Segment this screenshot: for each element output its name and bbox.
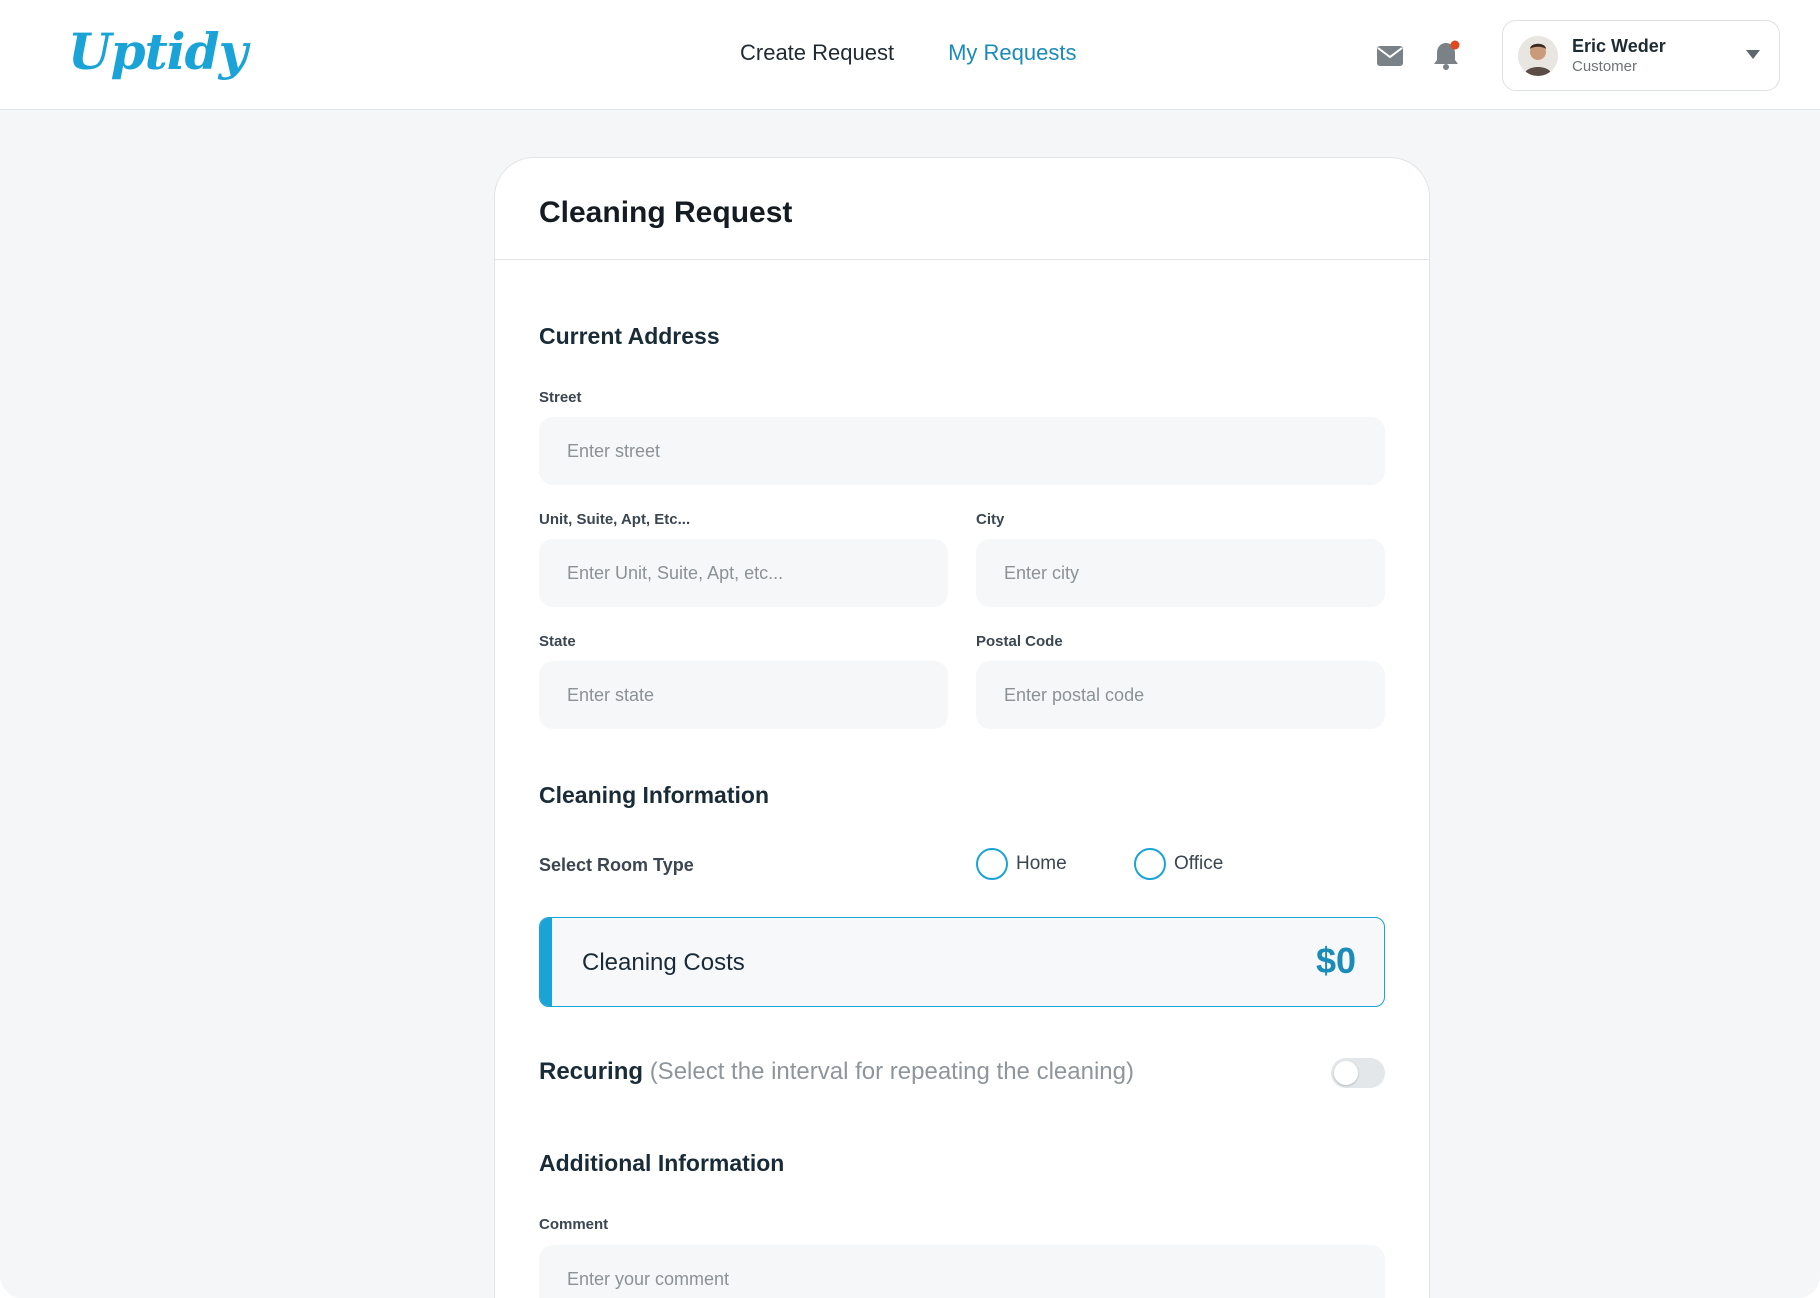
radio-circle[interactable] [1134,848,1166,880]
radio-home[interactable]: Home [976,848,1067,880]
cleaning-costs-panel: Cleaning Costs $0 [539,917,1385,1007]
costs-value: $0 [1315,940,1356,981]
radio-circle[interactable] [976,848,1008,880]
app-page: Uptidy Create Request My Requests Eric W… [0,0,1820,1298]
toggle-knob [1334,1061,1358,1085]
costs-accent-bar [540,918,552,1006]
state-input[interactable] [539,661,948,729]
recurring-title: Recuring [539,1058,644,1085]
comment-input[interactable] [539,1245,1385,1298]
card-header: Cleaning Request [495,158,1429,260]
recurring-toggle[interactable] [1331,1058,1385,1088]
postal-code-input[interactable] [976,661,1385,729]
radio-office[interactable]: Office [1134,848,1223,880]
top-header: Uptidy Create Request My Requests Eric W… [0,0,1820,110]
user-menu[interactable]: Eric Weder Customer [1502,20,1780,91]
user-name: Eric Weder [1572,36,1666,56]
bell-icon[interactable] [1430,40,1462,72]
section-title-address: Current Address [539,323,720,349]
city-label: City [976,511,1005,528]
user-role: Customer [1572,58,1638,75]
brand-logo[interactable]: Uptidy [68,22,248,81]
costs-label: Cleaning Costs [582,949,745,976]
recurring-hint: (Select the interval for repeating the c… [649,1058,1134,1085]
page-title: Cleaning Request [539,196,793,229]
unit-label: Unit, Suite, Apt, Etc... [539,511,691,528]
section-title-additional: Additional Information [539,1150,785,1176]
street-input[interactable] [539,417,1385,485]
notification-dot [1450,40,1460,50]
chevron-down-icon[interactable] [1745,48,1761,60]
room-type-label: Select Room Type [539,855,694,875]
unit-input[interactable] [539,539,948,607]
street-label: Street [539,389,582,406]
avatar [1518,36,1558,76]
cleaning-request-card: Cleaning Request Current Address Street … [494,157,1430,1298]
mail-icon[interactable] [1374,40,1406,72]
city-input[interactable] [976,539,1385,607]
radio-office-label: Office [1174,853,1224,874]
postal-code-label: Postal Code [976,633,1063,650]
nav-create-request[interactable]: Create Request [740,40,894,66]
state-label: State [539,633,576,650]
comment-label: Comment [539,1216,609,1233]
recurring-row: Recuring (Select the interval for repeat… [539,1058,1134,1086]
nav-my-requests[interactable]: My Requests [948,40,1076,66]
section-title-cleaning: Cleaning Information [539,782,769,808]
radio-home-label: Home [1016,853,1067,874]
main-nav: Create Request My Requests [740,40,1076,66]
